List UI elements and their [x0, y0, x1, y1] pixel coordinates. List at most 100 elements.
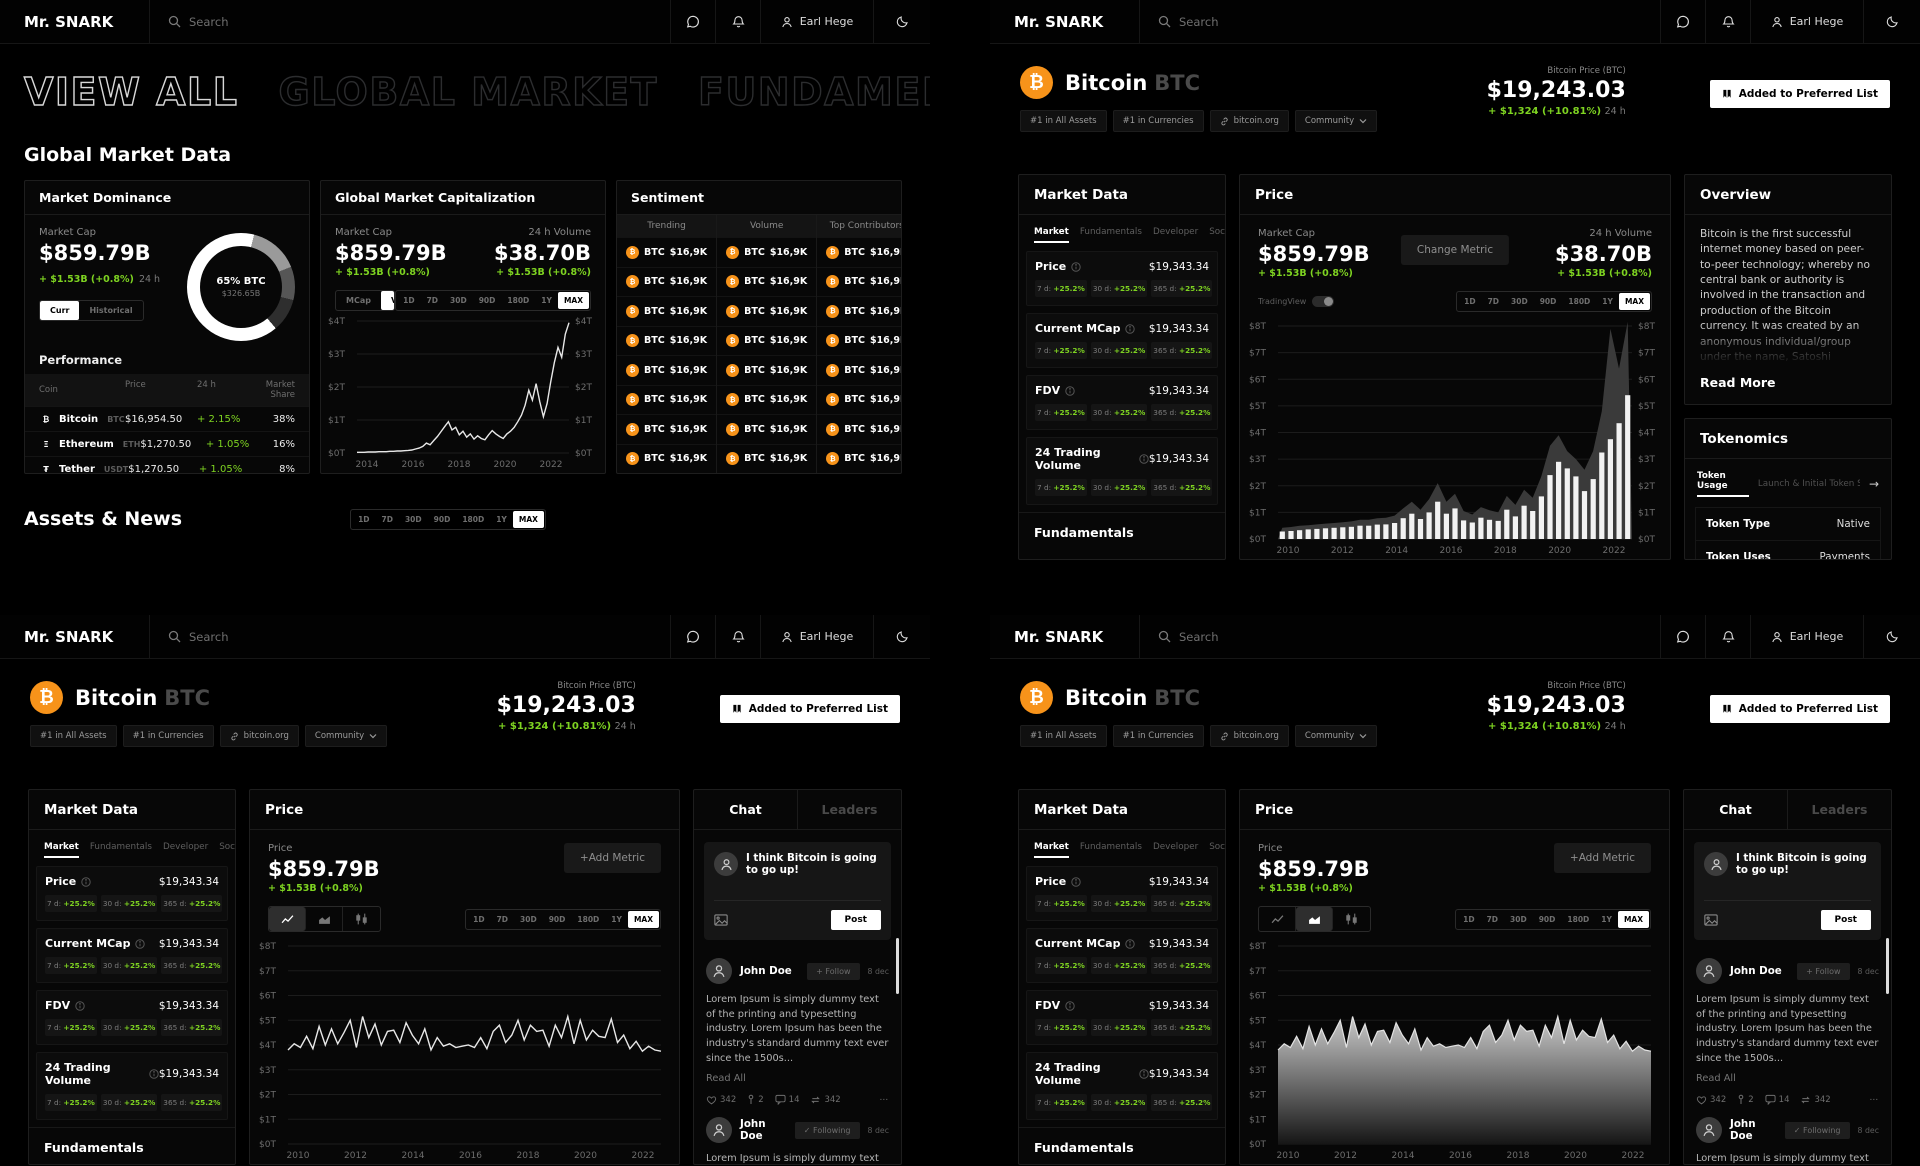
sentiment-row[interactable]: ₿BTC$16,9K: [717, 355, 816, 385]
line-chart-type-button[interactable]: [269, 907, 306, 931]
market-data-tab[interactable]: Social: [219, 842, 236, 858]
sentiment-row[interactable]: ₿BTC$16,9K: [717, 267, 816, 297]
price-bar-chart[interactable]: $8T$8T$7T$7T$6T$6T$5T$5T$4T$4T$3T$3T$2T$…: [1246, 320, 1664, 560]
community-dropdown[interactable]: Community: [1295, 725, 1377, 747]
table-row[interactable]: ₿BitcoinBTC $16,954.50 + 2.15% 38%: [25, 406, 309, 431]
info-icon[interactable]: [149, 1069, 159, 1079]
sentiment-row[interactable]: ₿BTC$16,9K: [717, 326, 816, 356]
messages-button[interactable]: [670, 0, 715, 43]
website-link[interactable]: bitcoin.org: [1210, 725, 1289, 747]
range-button[interactable]: 7D: [491, 911, 514, 928]
market-data-tab[interactable]: Social: [1209, 227, 1226, 243]
add-metric-button[interactable]: +Add Metric: [564, 843, 661, 873]
compose-box[interactable]: I think Bitcoin is going to go up! Post: [1694, 842, 1881, 940]
tradingview-toggle[interactable]: TradingView: [1258, 296, 1334, 307]
sentiment-row[interactable]: ₿BTC$16,9K: [717, 296, 816, 326]
range-button[interactable]: MAX: [513, 511, 544, 528]
range-button[interactable]: 1Y: [1596, 293, 1619, 310]
notifications-button[interactable]: [715, 0, 760, 43]
range-button[interactable]: 1Y: [490, 511, 513, 528]
search-bar[interactable]: [1140, 0, 1660, 43]
market-data-tab[interactable]: Developer: [1153, 227, 1198, 243]
info-icon[interactable]: [1139, 454, 1149, 464]
range-button[interactable]: 180D: [456, 511, 490, 528]
preferred-list-button[interactable]: Added to Preferred List: [1710, 80, 1890, 108]
notifications-button[interactable]: [1705, 0, 1750, 43]
range-button[interactable]: 1D: [397, 292, 420, 309]
range-button[interactable]: 1D: [1458, 293, 1481, 310]
tab-launch-token-sales[interactable]: Launch & Initial Token Sales: [1758, 479, 1860, 489]
read-all-link[interactable]: Read All: [1696, 1073, 1879, 1084]
sentiment-row[interactable]: ₿BTC$16,9K: [617, 296, 716, 326]
line-chart-type-button[interactable]: [1259, 907, 1296, 931]
toggle-volume[interactable]: Volume: [381, 291, 395, 310]
range-button[interactable]: MAX: [1619, 293, 1650, 310]
market-data-tab[interactable]: Market: [1034, 842, 1069, 858]
sentiment-row[interactable]: ₿BTC$16,9K: [817, 267, 902, 297]
notifications-button[interactable]: [1705, 615, 1750, 658]
comments-button[interactable]: 14: [1765, 1094, 1790, 1105]
image-attach-icon[interactable]: [1704, 914, 1718, 926]
share-button[interactable]: 342: [1800, 1095, 1830, 1105]
sentiment-row[interactable]: ₿BTC$16,9K: [617, 326, 716, 356]
sentiment-row[interactable]: ₿BTC$16,9K: [617, 414, 716, 444]
search-bar[interactable]: [150, 0, 670, 43]
info-icon[interactable]: [1125, 939, 1135, 949]
market-data-tab[interactable]: Market: [1034, 227, 1069, 243]
notifications-button[interactable]: [715, 615, 760, 658]
app-logo[interactable]: Mr. SNARK: [0, 615, 150, 658]
market-cap-line-chart[interactable]: $4T$4T$3T$3T$2T$2T$1T$1T$0T$0T2014201620…: [325, 315, 601, 471]
range-button[interactable]: 90D: [473, 292, 502, 309]
area-chart-type-button[interactable]: [306, 907, 343, 931]
tab-chat[interactable]: Chat: [694, 790, 797, 829]
info-icon[interactable]: [1139, 1069, 1149, 1079]
tab-view-all[interactable]: VIEW ALL: [24, 70, 239, 114]
sentiment-row[interactable]: ₿BTC$16,9K: [817, 355, 902, 385]
market-data-tab[interactable]: Fundamentals: [90, 842, 152, 858]
candle-chart-type-button[interactable]: [343, 907, 380, 931]
theme-toggle[interactable]: [1863, 615, 1920, 658]
range-button[interactable]: 180D: [1562, 293, 1596, 310]
sentiment-row[interactable]: ₿BTC$16,9K: [617, 267, 716, 297]
range-button[interactable]: 90D: [1533, 911, 1562, 928]
tab-leaders[interactable]: Leaders: [1787, 790, 1891, 829]
market-data-tab[interactable]: Fundamentals: [1080, 227, 1142, 243]
preferred-list-button[interactable]: Added to Preferred List: [720, 695, 900, 723]
range-button[interactable]: MAX: [558, 292, 589, 309]
range-button[interactable]: 7D: [376, 511, 399, 528]
sentiment-row[interactable]: ₿BTC$16,9K: [717, 237, 816, 267]
range-button[interactable]: 180D: [501, 292, 535, 309]
search-input[interactable]: [1179, 15, 1499, 29]
sentiment-row[interactable]: ₿BTC$16,9K: [817, 237, 902, 267]
toggle-historical[interactable]: Historical: [79, 301, 142, 320]
compose-input[interactable]: I think Bitcoin is going to go up!: [746, 852, 881, 876]
table-row[interactable]: ΞEthereumETH $1,270.50 + 1.05% 16%: [25, 431, 309, 456]
messages-button[interactable]: [1660, 615, 1705, 658]
scrollbar-thumb[interactable]: [896, 938, 899, 994]
info-icon[interactable]: [1065, 386, 1075, 396]
scrollbar-thumb[interactable]: [1886, 938, 1889, 994]
theme-toggle[interactable]: [873, 0, 930, 43]
search-input[interactable]: [189, 15, 509, 29]
more-options-button[interactable]: ⋯: [1870, 1095, 1880, 1105]
range-button[interactable]: 30D: [1505, 293, 1534, 310]
range-button[interactable]: 1D: [467, 911, 490, 928]
range-button[interactable]: 30D: [444, 292, 473, 309]
price-area-chart[interactable]: $8T$7T$6T$5T$4T$3T$2T$1T$0T2010201220142…: [1246, 940, 1663, 1165]
preferred-list-button[interactable]: Added to Preferred List: [1710, 695, 1890, 723]
range-button[interactable]: 7D: [1482, 293, 1505, 310]
app-logo[interactable]: Mr. SNARK: [990, 0, 1140, 43]
theme-toggle[interactable]: [1863, 0, 1920, 43]
sentiment-row[interactable]: ₿BTC$16,9K: [717, 444, 816, 474]
sentiment-row[interactable]: ₿BTC$16,9K: [617, 237, 716, 267]
post-author[interactable]: John Doe: [740, 1118, 787, 1142]
sentiment-row[interactable]: ₿BTC$16,9K: [817, 326, 902, 356]
post-button[interactable]: Post: [831, 910, 881, 930]
image-attach-icon[interactable]: [714, 914, 728, 926]
follow-button[interactable]: + Follow: [1797, 963, 1849, 980]
tab-token-usage[interactable]: Token Usage: [1697, 471, 1749, 497]
range-button[interactable]: 1Y: [535, 292, 558, 309]
post-author[interactable]: John Doe: [1730, 1118, 1777, 1142]
toggle-switch[interactable]: [1312, 296, 1334, 307]
range-button[interactable]: 1Y: [1595, 911, 1618, 928]
